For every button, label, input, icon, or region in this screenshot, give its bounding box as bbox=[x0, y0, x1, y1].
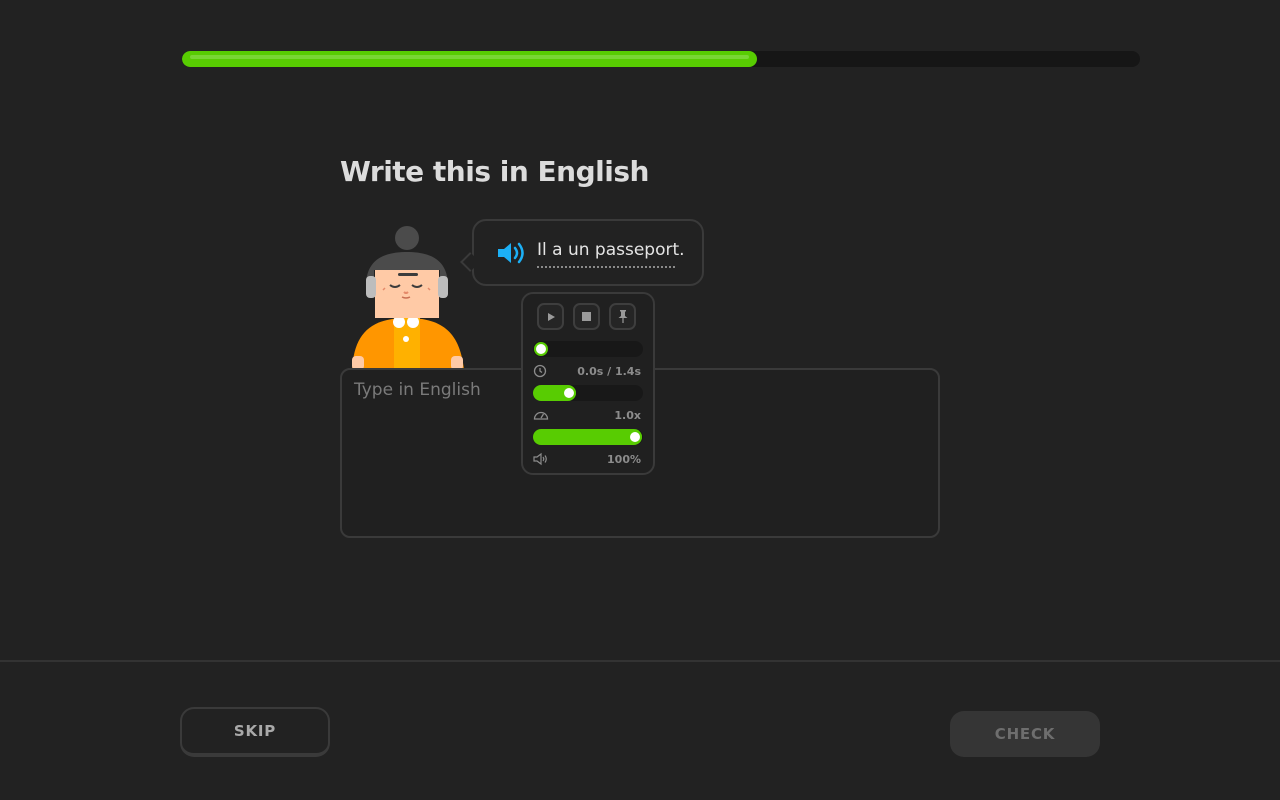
character-illustration bbox=[352, 226, 464, 370]
stop-icon bbox=[582, 312, 591, 321]
volume-slider-knob[interactable] bbox=[628, 430, 642, 444]
speaker-icon[interactable] bbox=[496, 239, 528, 267]
skip-button[interactable]: SKIP bbox=[180, 707, 330, 757]
stop-button[interactable] bbox=[573, 303, 600, 330]
lesson-progress-fill bbox=[182, 51, 757, 67]
page-title: Write this in English bbox=[340, 155, 649, 188]
volume-value: 100% bbox=[607, 453, 641, 466]
volume-icon bbox=[533, 452, 547, 466]
speedometer-icon bbox=[533, 411, 549, 420]
volume-slider[interactable] bbox=[533, 429, 643, 445]
prompt-word-hint-underline bbox=[537, 266, 675, 268]
play-icon bbox=[547, 312, 555, 321]
volume-slider-fill bbox=[533, 429, 642, 445]
audio-controls-popup: 0.0s / 1.4s 1.0x 100% bbox=[521, 292, 655, 475]
position-slider-knob[interactable] bbox=[534, 342, 548, 356]
position-slider[interactable] bbox=[533, 341, 643, 357]
prompt-sentence[interactable]: Il a un passeport. bbox=[537, 240, 685, 260]
lesson-progress-bar bbox=[182, 51, 1140, 67]
play-button[interactable] bbox=[537, 303, 564, 330]
footer-divider bbox=[0, 660, 1280, 662]
pin-icon bbox=[618, 310, 627, 323]
check-button[interactable]: CHECK bbox=[950, 711, 1100, 757]
clock-icon bbox=[533, 364, 547, 378]
position-value: 0.0s / 1.4s bbox=[577, 365, 641, 378]
speed-value: 1.0x bbox=[614, 409, 641, 422]
pin-button[interactable] bbox=[609, 303, 636, 330]
speed-slider[interactable] bbox=[533, 385, 643, 401]
